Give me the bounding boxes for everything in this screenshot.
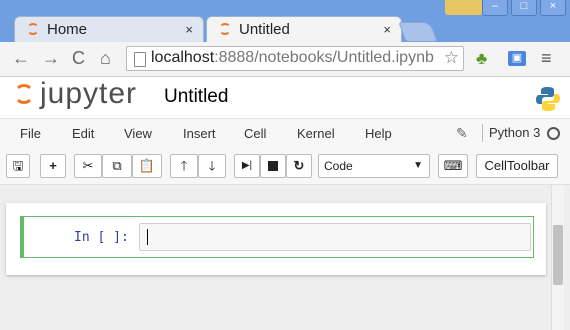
notebook-toolbar: 🖫 + ✂ ⧉ 📋 🡑 🡓 ▶| ↻ Code ▼ ⌨ CellToolbar <box>0 150 570 185</box>
plus-icon: + <box>49 158 57 173</box>
tab-title: Untitled <box>239 21 290 38</box>
forward-icon[interactable]: → <box>42 48 60 69</box>
menu-view[interactable]: View <box>124 126 152 141</box>
menu-file[interactable]: File <box>20 126 41 141</box>
notebook-menubar: File Edit View Insert Cell Kernel Help ✎… <box>0 118 570 151</box>
menu-edit[interactable]: Edit <box>72 126 94 141</box>
move-up-button[interactable]: 🡑 <box>170 154 198 178</box>
stop-icon <box>268 161 278 171</box>
browser-toolbar: ← → C ⌂ localhost:8888/notebooks/Untitle… <box>0 42 570 77</box>
extension-icon[interactable]: ♣ <box>476 49 487 69</box>
home-icon[interactable]: ⌂ <box>100 48 111 69</box>
tab-title: Home <box>47 21 88 38</box>
floppy-icon: 🖫 <box>12 158 24 173</box>
tab-close-icon[interactable]: × <box>383 22 391 37</box>
move-down-button[interactable]: 🡓 <box>198 154 226 178</box>
text-cursor <box>147 229 148 245</box>
arrow-down-icon: 🡓 <box>208 158 216 173</box>
notebook-site: In [ ]: <box>0 185 570 330</box>
tray-indicator <box>445 0 483 15</box>
paste-button[interactable]: 📋 <box>132 154 162 178</box>
scrollbar-thumb[interactable] <box>553 225 563 285</box>
restart-button[interactable]: ↻ <box>286 154 312 178</box>
minimize-button[interactable]: – <box>482 0 508 16</box>
scrollbar[interactable] <box>551 185 564 330</box>
reload-icon[interactable]: C <box>72 48 85 69</box>
cell-prompt: In [ ]: <box>74 230 129 245</box>
new-tab-button[interactable] <box>398 22 438 42</box>
paste-icon: 📋 <box>138 158 156 173</box>
tab-close-icon[interactable]: × <box>185 22 193 37</box>
window-controls: – □ × <box>482 0 566 16</box>
cut-button[interactable]: ✂ <box>74 154 102 178</box>
chevron-down-icon: ▼ <box>413 160 423 171</box>
jupyter-favicon-icon <box>27 23 39 35</box>
run-button[interactable]: ▶| <box>234 154 260 178</box>
notebook-header: jupyter Untitled <box>0 77 570 118</box>
interrupt-button[interactable] <box>260 154 286 178</box>
insert-cell-button[interactable]: + <box>40 154 66 178</box>
python-logo-icon <box>536 87 560 111</box>
restart-icon: ↻ <box>293 158 305 173</box>
browser-titlebar: – □ × Home × Untitled × <box>0 0 570 42</box>
menu-help[interactable]: Help <box>365 126 392 141</box>
celltoolbar-button[interactable]: CellToolbar <box>476 154 558 178</box>
jupyter-logo-icon[interactable] <box>14 84 34 104</box>
cell-type-value: Code <box>324 159 353 173</box>
address-bar[interactable]: localhost:8888/notebooks/Untitled.ipynb … <box>126 46 464 71</box>
keyboard-icon: ⌨ <box>443 158 463 173</box>
code-cell[interactable]: In [ ]: <box>20 216 534 258</box>
notebook-container: In [ ]: <box>6 203 546 275</box>
menu-insert[interactable]: Insert <box>183 126 216 141</box>
chrome-menu-icon[interactable]: ≡ <box>541 48 552 69</box>
menu-cell[interactable]: Cell <box>244 126 266 141</box>
kernel-name: Python 3 <box>482 124 540 142</box>
cell-type-select[interactable]: Code ▼ <box>318 154 430 178</box>
url-text[interactable]: localhost:8888/notebooks/Untitled.ipynb <box>151 49 434 67</box>
close-window-button[interactable]: × <box>540 0 566 16</box>
cell-input[interactable] <box>139 223 531 251</box>
jupyter-favicon-icon <box>219 23 231 35</box>
tab-home[interactable]: Home × <box>14 16 204 42</box>
command-palette-button[interactable]: ⌨ <box>438 154 468 178</box>
notebook-title[interactable]: Untitled <box>164 86 228 108</box>
extension-icon[interactable]: ▣ <box>508 51 526 66</box>
bookmark-star-icon[interactable]: ☆ <box>444 48 459 68</box>
run-icon: ▶| <box>241 160 253 171</box>
scissors-icon: ✂ <box>82 158 94 173</box>
kernel-status-icon <box>547 127 560 140</box>
edit-mode-pencil-icon: ✎ <box>456 125 468 141</box>
tab-untitled[interactable]: Untitled × <box>206 16 402 42</box>
page-icon <box>134 52 146 67</box>
save-button[interactable]: 🖫 <box>6 154 30 178</box>
copy-button[interactable]: ⧉ <box>102 154 132 178</box>
menu-kernel[interactable]: Kernel <box>297 126 335 141</box>
jupyter-logo-text[interactable]: jupyter <box>40 77 137 111</box>
copy-icon: ⧉ <box>112 158 122 173</box>
maximize-button[interactable]: □ <box>511 0 537 16</box>
back-icon[interactable]: ← <box>12 48 30 69</box>
arrow-up-icon: 🡑 <box>180 158 188 173</box>
